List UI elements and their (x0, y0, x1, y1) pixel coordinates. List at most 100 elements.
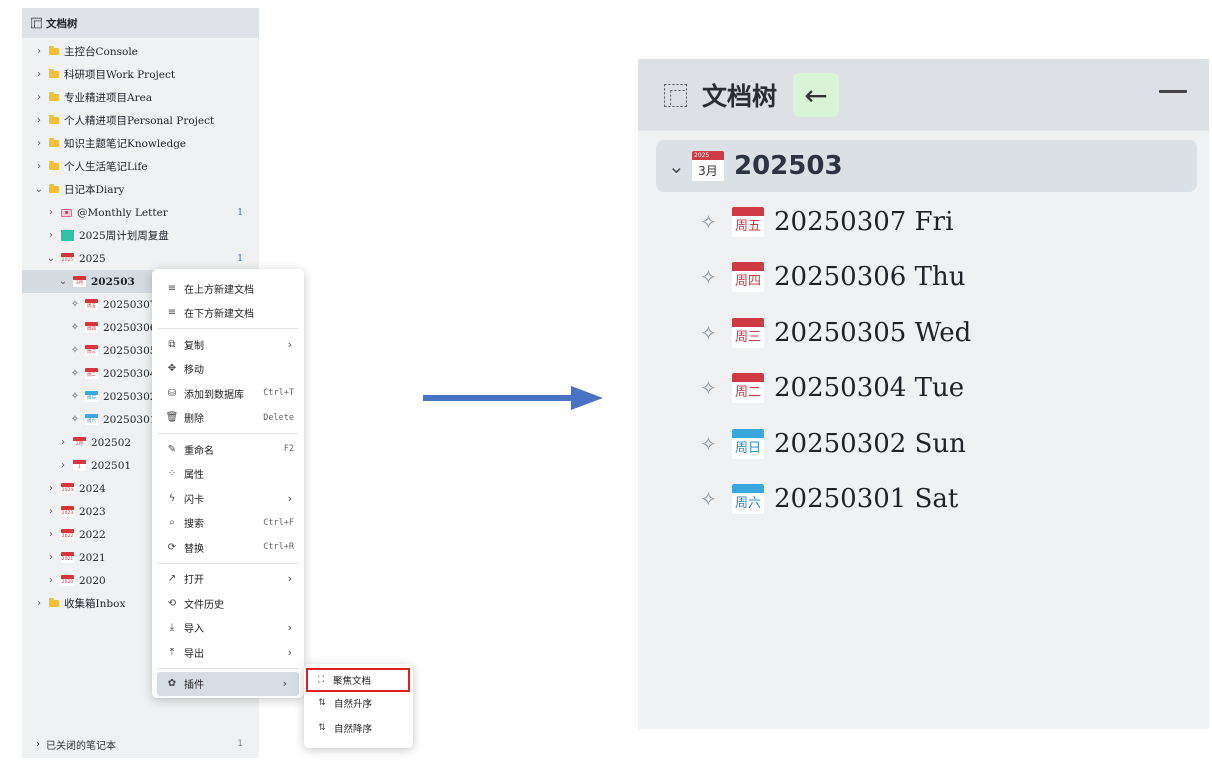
closed-notebooks-label: 已关闭的笔记本 (46, 740, 116, 752)
menu-item[interactable]: ✎ 重命名 F2 (152, 437, 304, 462)
tree-row[interactable]: ⌄ 日记本Diary (22, 178, 259, 201)
tree-row[interactable]: › 个人生活笔记Life (22, 155, 259, 178)
left-tree-header: ⿸ 文档树 (22, 8, 259, 38)
menu-item[interactable]: ⤓ 导入 › (152, 616, 304, 641)
tree-row[interactable]: › @Monthly Letter 1 (22, 201, 259, 224)
chevron-right-icon[interactable]: › (34, 161, 44, 172)
calendar-icon-text: 2月 (75, 442, 84, 447)
doc-row[interactable]: ✧ 周四 20250306 Thu (656, 250, 1197, 306)
doc-row[interactable]: ✧ 周二 20250304 Tue (656, 361, 1197, 417)
chevron-right-icon: › (287, 491, 292, 505)
chevron-right-icon[interactable]: › (46, 230, 56, 241)
collapse-button[interactable] (1159, 90, 1187, 93)
calendar-icon: 周六 (85, 414, 98, 425)
sparkle-icon[interactable]: ✧ (70, 299, 80, 310)
calendar-icon-text: 周四 (87, 327, 96, 332)
menu-item[interactable]: 🗑 删除 Delete (152, 406, 304, 431)
chevron-right-icon[interactable]: › (34, 598, 44, 609)
menu-item[interactable]: ⟲ 文件历史 (152, 591, 304, 616)
calendar-icon: 周四 (732, 262, 764, 293)
menu-item[interactable]: ≡ 在上方新建文档 (152, 276, 304, 301)
chevron-right-icon[interactable]: › (46, 552, 56, 563)
calendar-icon-text: 1 (78, 465, 81, 470)
chevron-right-icon[interactable]: › (46, 207, 56, 218)
submenu-item[interactable]: ⇅ 自然降序 (304, 716, 413, 741)
menu-item[interactable]: ✿ 插件 › (157, 671, 299, 696)
chevron-right-icon[interactable]: › (34, 92, 44, 103)
submenu-item-icon: ⛶ (317, 675, 325, 685)
calendar-icon: 3月 (73, 276, 86, 287)
doc-label: 20250302 Sun (774, 428, 966, 459)
tree-row[interactable]: › 个人精进项目Personal Project (22, 109, 259, 132)
chevron-right-icon[interactable]: › (58, 460, 68, 471)
calendar-icon-text: 周三 (87, 350, 96, 355)
focused-parent-row[interactable]: ⌄ 2025 3月 202503 (656, 140, 1197, 192)
chevron-right-icon[interactable]: › (34, 138, 44, 149)
menu-item-shortcut: Ctrl+F (263, 517, 294, 528)
calendar-icon: 2025 3月 (692, 151, 724, 181)
menu-item-icon: ↗ (167, 573, 177, 585)
tree-row[interactable]: › 科研项目Work Project (22, 63, 259, 86)
submenu-item[interactable]: ⛶ 聚焦文档 (306, 668, 410, 692)
menu-item[interactable]: ≡ 在下方新建文档 (152, 301, 304, 326)
doc-row[interactable]: ✧ 周六 20250301 Sat (656, 472, 1197, 528)
folder-icon (49, 46, 59, 55)
sparkle-icon[interactable]: ✧ (70, 345, 80, 356)
tree-row-label: 20250306 (103, 321, 157, 334)
context-menu: ≡ 在上方新建文档 ≡ 在下方新建文档 ⧉ 复制 › ✥ 移动 ⛁ 添加到数据库 Ctrl+T 🗑 删除 D… (152, 269, 304, 698)
menu-item-label: 导入 (184, 624, 204, 636)
calendar-icon-text: 周三 (734, 329, 761, 345)
chevron-down-icon[interactable]: ⌄ (34, 184, 44, 195)
menu-item[interactable]: ✥ 移动 (152, 357, 304, 382)
calendar-icon-text: 周二 (734, 385, 761, 401)
tree-row[interactable]: ⌄ 2025 2025 1 (22, 247, 259, 270)
sparkle-icon[interactable]: ✧ (70, 391, 80, 402)
chevron-down-icon[interactable]: ⌄ (58, 276, 68, 287)
chevron-right-icon[interactable]: › (46, 483, 56, 494)
tree-row[interactable]: › 主控台Console (22, 40, 259, 63)
menu-item-label: 替换 (184, 543, 204, 555)
folder-icon (49, 138, 59, 147)
menu-item-icon: ✿ (167, 678, 177, 690)
tree-row[interactable]: › 知识主题笔记Knowledge (22, 132, 259, 155)
menu-item[interactable]: ϟ 闪卡 › (152, 486, 304, 511)
menu-item-icon: ≡ (167, 307, 177, 319)
submenu-item-icon: ⇅ (318, 698, 326, 709)
tree-row[interactable]: › 2025周计划周复盘 (22, 224, 259, 247)
chevron-down-icon[interactable]: ⌄ (46, 253, 56, 264)
closed-notebooks-row[interactable]: › 已关闭的笔记本 1 (22, 734, 259, 754)
menu-item[interactable]: ⌕ 搜索 Ctrl+F (152, 511, 304, 536)
doc-row[interactable]: ✧ 周日 20250302 Sun (656, 416, 1197, 472)
plugin-submenu: ⛶ 聚焦文档 ⇅ 自然升序 ⇅ 自然降序 (304, 664, 413, 748)
doc-row[interactable]: ✧ 周五 20250307 Fri (656, 194, 1197, 250)
calendar-icon-text: 2024 (61, 488, 74, 493)
calendar-icon: 2021 (61, 552, 74, 563)
back-button[interactable]: ← (793, 73, 840, 117)
chevron-right-icon[interactable]: › (46, 529, 56, 540)
calendar-icon-text: 2022 (61, 534, 74, 539)
folder-icon (49, 598, 59, 607)
sparkle-icon[interactable]: ✧ (70, 414, 80, 425)
tree-row[interactable]: › 专业精进项目Area (22, 86, 259, 109)
calendar-icon: 周五 (732, 206, 764, 237)
chevron-right-icon[interactable]: › (34, 46, 44, 57)
menu-item[interactable]: ⛁ 添加到数据库 Ctrl+T (152, 381, 304, 406)
tree-row-label: 个人生活笔记Life (64, 161, 148, 173)
menu-item-label: 在下方新建文档 (184, 309, 254, 321)
menu-item[interactable]: ⧉ 复制 › (152, 332, 304, 357)
chevron-right-icon[interactable]: › (46, 506, 56, 517)
menu-item[interactable]: ⟳ 替换 Ctrl+R (152, 535, 304, 560)
submenu-item[interactable]: ⇅ 自然升序 (304, 691, 413, 716)
menu-item-icon: ⟲ (167, 597, 177, 609)
sparkle-icon[interactable]: ✧ (70, 368, 80, 379)
menu-item-label: 导出 (184, 648, 204, 660)
chevron-right-icon[interactable]: › (46, 575, 56, 586)
menu-item[interactable]: ↗ 打开 › (152, 567, 304, 592)
menu-item[interactable]: ⤒ 导出 › (152, 640, 304, 665)
chevron-right-icon[interactable]: › (34, 69, 44, 80)
doc-row[interactable]: ✧ 周三 20250305 Wed (656, 305, 1197, 361)
menu-item[interactable]: ⁘ 属性 (152, 462, 304, 487)
chevron-right-icon[interactable]: › (58, 437, 68, 448)
chevron-right-icon[interactable]: › (34, 115, 44, 126)
sparkle-icon[interactable]: ✧ (70, 322, 80, 333)
